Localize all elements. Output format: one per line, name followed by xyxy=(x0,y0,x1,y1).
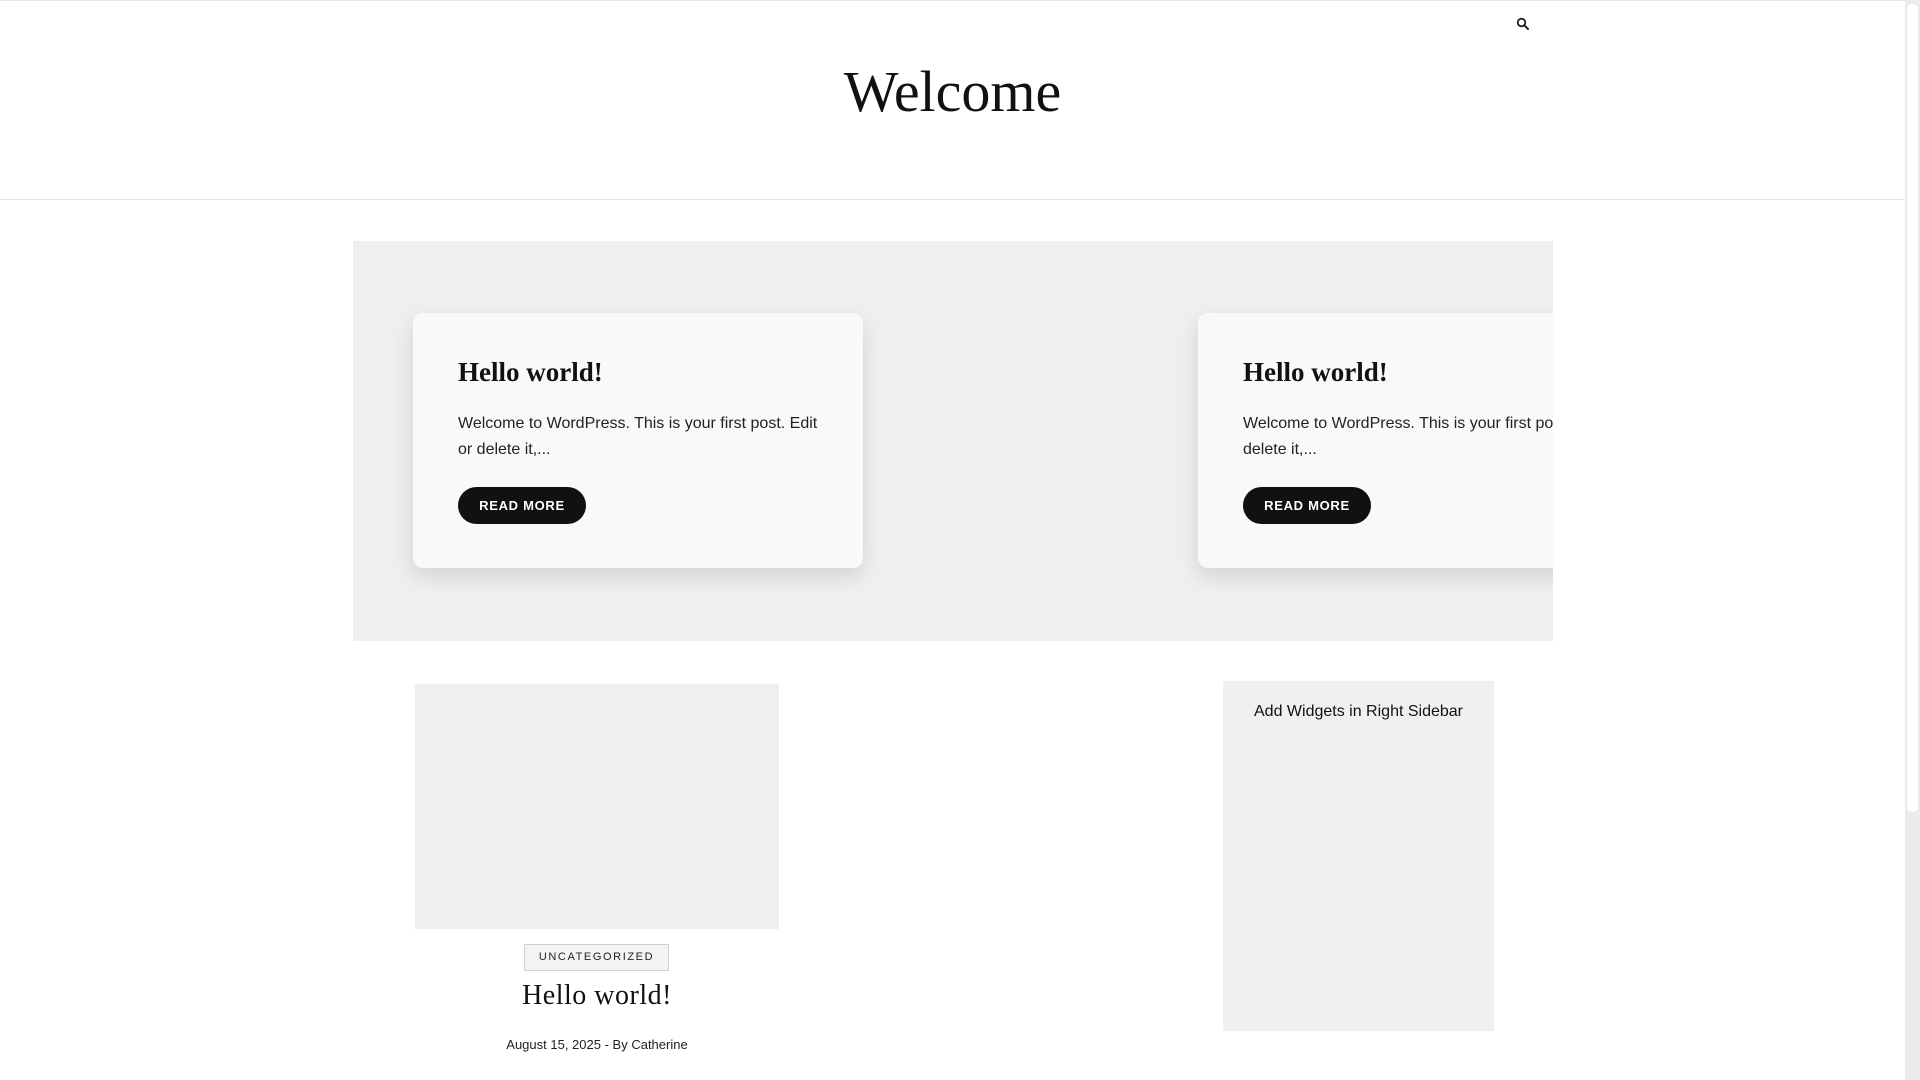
scrollbar-thumb[interactable] xyxy=(1907,4,1918,812)
site-title[interactable]: Welcome xyxy=(0,57,1905,127)
post-date[interactable]: August 15, 2025 xyxy=(506,1037,601,1052)
slide-card: Hello world! Welcome to WordPress. This … xyxy=(1198,313,1553,568)
slide-title[interactable]: Hello world! xyxy=(1243,357,1388,388)
header-divider xyxy=(0,199,1905,200)
right-sidebar-widget: Add Widgets in Right Sidebar xyxy=(1223,681,1494,1031)
post-thumbnail[interactable] xyxy=(415,684,779,929)
featured-slider: Hello world! Welcome to WordPress. This … xyxy=(353,241,1553,641)
read-more-button[interactable]: READ MORE xyxy=(1243,487,1371,524)
slide-excerpt: Welcome to WordPress. This is your first… xyxy=(458,415,818,458)
post-title[interactable]: Hello world! xyxy=(415,980,779,1012)
page: Welcome Hello world! Welcome to WordPres… xyxy=(0,0,1905,1080)
post-by-prefix: - By xyxy=(600,1037,632,1052)
post-author[interactable]: Catherine xyxy=(631,1037,687,1052)
slide-title[interactable]: Hello world! xyxy=(458,357,603,388)
slide-card: Hello world! Welcome to WordPress. This … xyxy=(413,313,863,568)
search-icon[interactable] xyxy=(1516,17,1530,31)
category-badge[interactable]: UNCATEGORIZED xyxy=(524,944,669,971)
slide-excerpt: Welcome to WordPress. This is your first… xyxy=(1243,415,1553,458)
post-meta: August 15, 2025 - By Catherine xyxy=(415,1037,779,1052)
sidebar-widget-text: Add Widgets in Right Sidebar xyxy=(1254,703,1463,720)
top-border xyxy=(0,0,1905,1)
read-more-button[interactable]: READ MORE xyxy=(458,487,586,524)
